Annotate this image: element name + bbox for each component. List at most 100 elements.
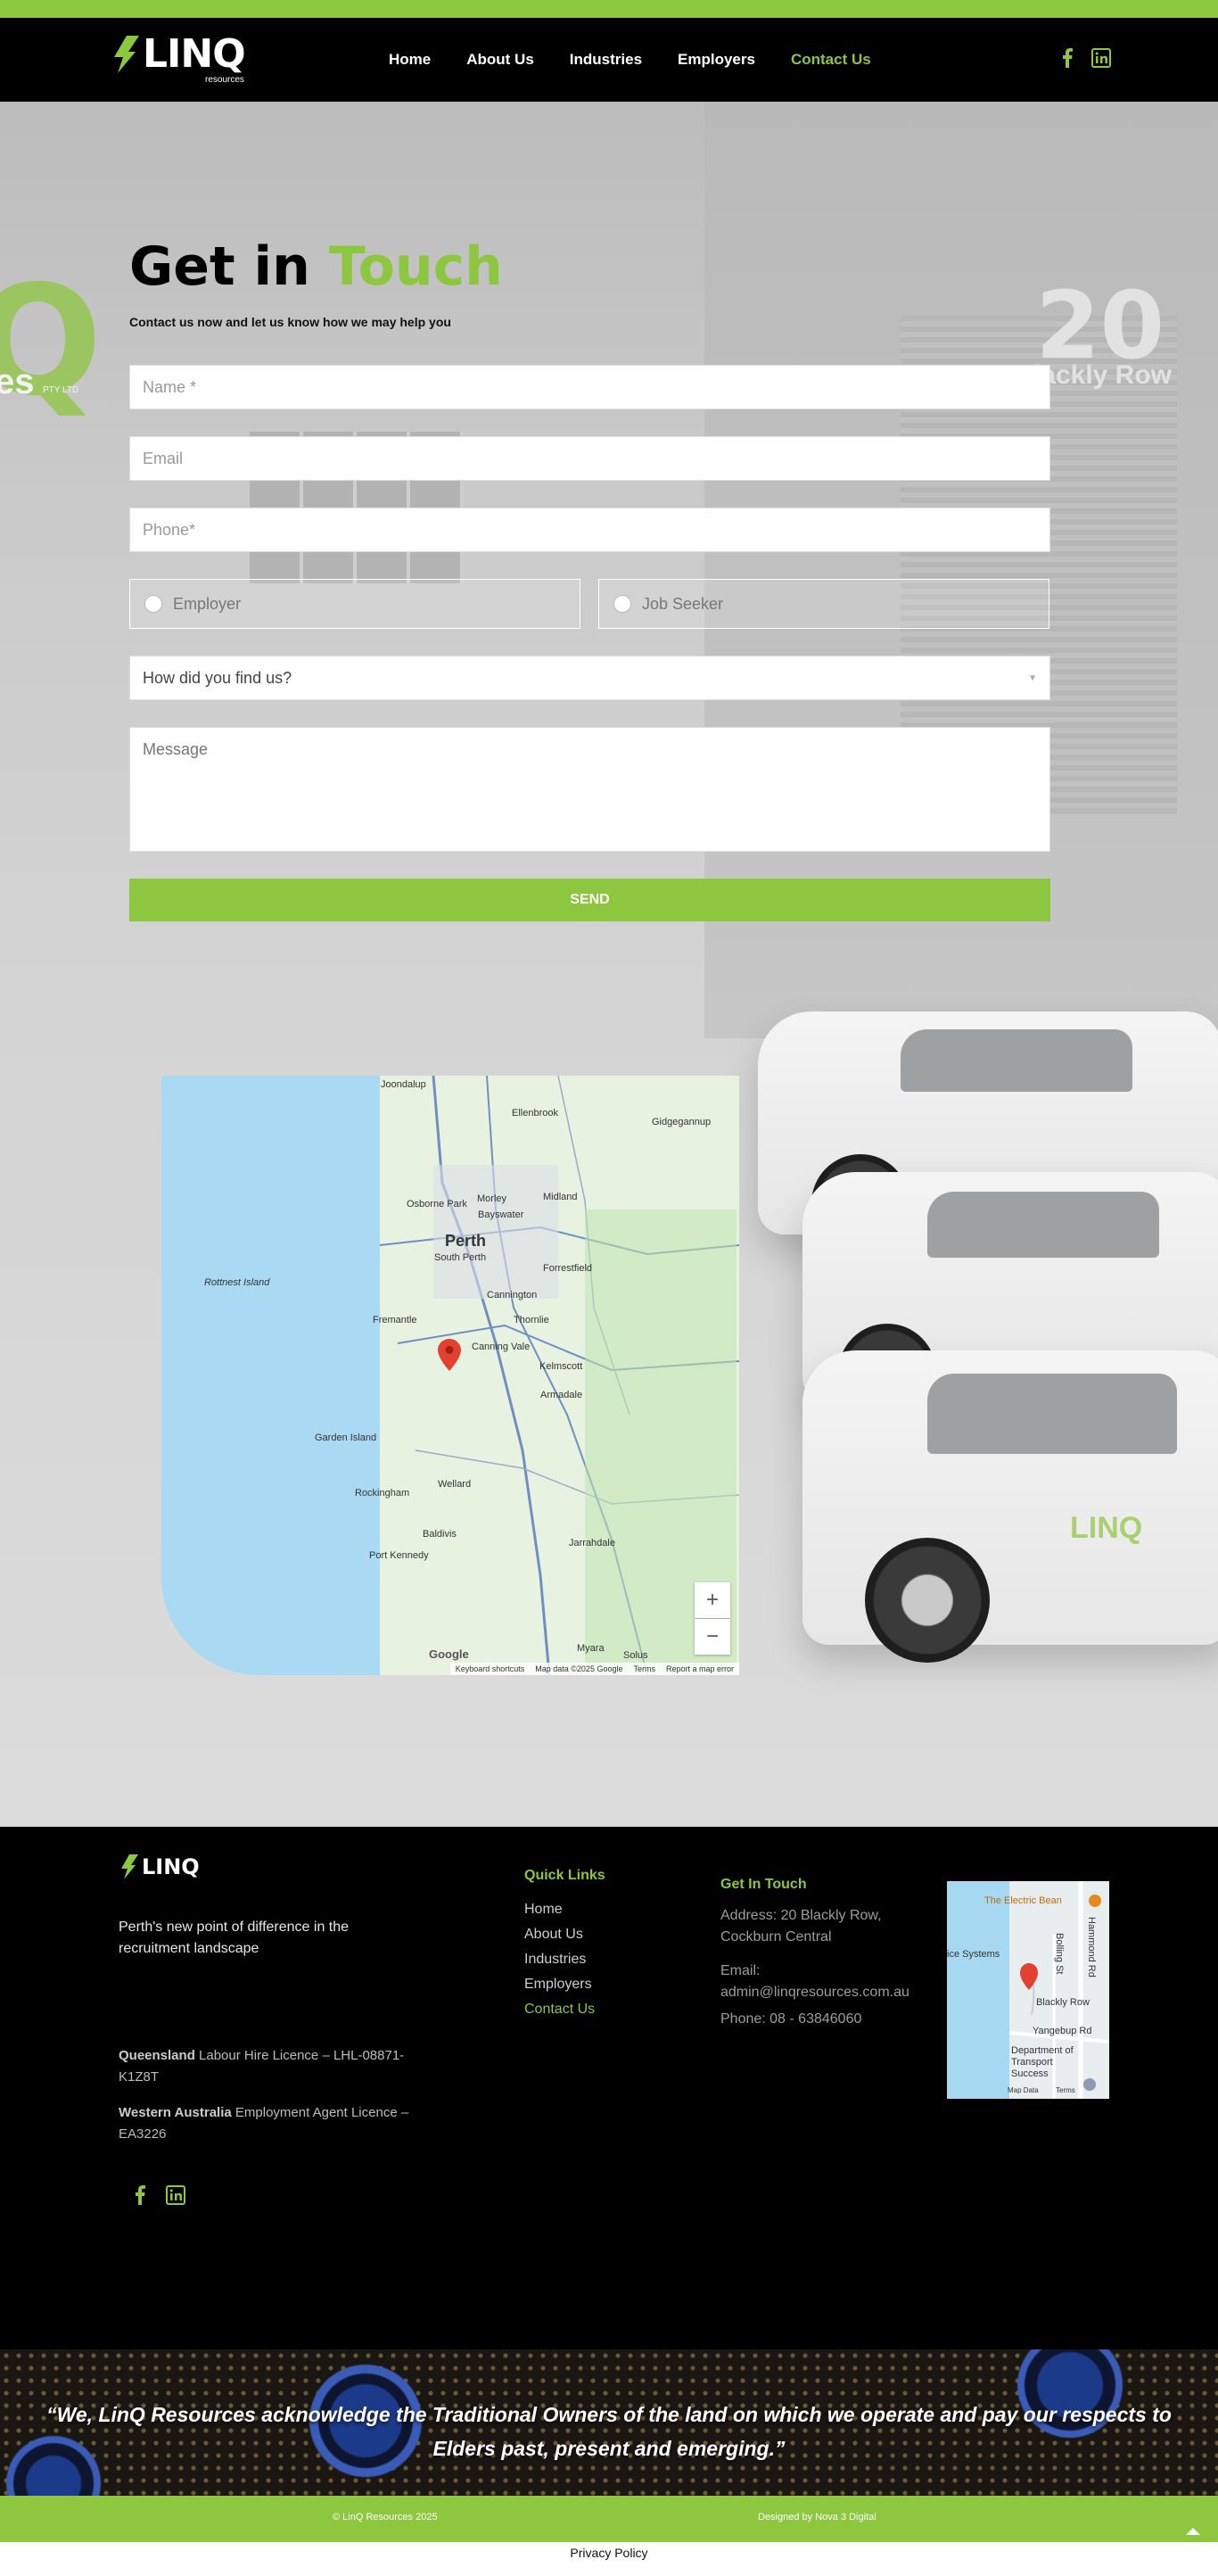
footer-logo-text: LINQ (142, 1854, 200, 1879)
acknowledgement-text: “We, LinQ Resources acknowledge the Trad… (46, 2403, 1172, 2460)
employer-radio[interactable]: Employer (129, 579, 580, 629)
message-textarea[interactable] (129, 727, 1050, 852)
quick-link-industries[interactable]: Industries (524, 1952, 605, 1968)
zoom-out-button[interactable]: − (695, 1619, 730, 1655)
map-label: Forrestfield (543, 1263, 593, 1274)
map-label: Midland (543, 1192, 578, 1202)
top-accent-bar (0, 0, 1218, 18)
referral-select-value: How did you find us? (143, 668, 292, 687)
licence-wa-state: Western Australia (119, 2105, 232, 2120)
map-label: Jarrahdale (569, 1538, 615, 1548)
title-part-1: Get in (129, 235, 310, 298)
footer-contact: Get In Touch Address: 20 Blackly Row, Co… (720, 1877, 917, 2030)
quick-link-about-us[interactable]: About Us (524, 1927, 605, 1943)
map-label: Ellenbrook (512, 1108, 558, 1119)
page-title: Get in Touch (129, 240, 1050, 293)
user-type-radios: Employer Job Seeker (129, 579, 1050, 629)
footer-map-label: The Electric Bean (984, 1895, 1062, 1906)
name-input[interactable] (129, 365, 1050, 409)
map-terms-link[interactable]: Terms (633, 1664, 655, 1673)
map-label: South Perth (434, 1252, 487, 1263)
acknowledgement-banner: “We, LinQ Resources acknowledge the Trad… (0, 2349, 1218, 2496)
map-label: Thornlie (514, 1315, 549, 1325)
footer-map-label: ice Systems (947, 1949, 1000, 1960)
site-logo[interactable]: LINQ resources (109, 31, 246, 85)
bottom-bar: © LinQ Resources 2025 Designed by Nova 3… (0, 2496, 1218, 2542)
footer-email[interactable]: Email: admin@linqresources.com.au (720, 1961, 917, 2003)
employer-radio-label: Employer (173, 594, 242, 613)
nav-contact-us[interactable]: Contact Us (791, 51, 871, 69)
nav-industries[interactable]: Industries (570, 51, 642, 69)
form-fields (129, 365, 1050, 552)
bg-wall-logo: Q (0, 253, 103, 430)
bg-car-logo: LINQ (1070, 1511, 1143, 1545)
footer-map[interactable]: The Electric Bean Blackly Row Yangebup R… (947, 1881, 1109, 2099)
radio-circle-icon (144, 595, 162, 613)
bg-car: LINQ (802, 1350, 1218, 1663)
footer-map-label: Yangebup Rd (1033, 2026, 1092, 2036)
quick-links-list: Home About Us Industries Employers Conta… (524, 1902, 605, 2018)
footer-social-links (130, 2184, 185, 2207)
contact-hero: 20 Blackly Row Q es PTY LTD LINQ Get in … (0, 102, 1218, 1827)
map-label: Bayswater (478, 1210, 524, 1220)
map-label: Garden Island (315, 1432, 377, 1443)
bg-wall-logo-pty: PTY LTD (43, 385, 79, 395)
logo-bolt-icon (114, 36, 139, 73)
footer-licences: Queensland Labour Hire Licence – LHL-088… (119, 2045, 440, 2159)
footer-map-terms[interactable]: Terms (1056, 2086, 1075, 2094)
footer-map-label: Blackly Row (1036, 1997, 1090, 2008)
map-label: Wellard (438, 1479, 472, 1490)
map-label: Myara (577, 1643, 605, 1654)
map-land (379, 1076, 739, 1675)
phone-input[interactable] (129, 508, 1050, 552)
facebook-icon[interactable] (1058, 46, 1077, 70)
job-seeker-radio[interactable]: Job Seeker (598, 579, 1049, 629)
facebook-icon[interactable] (130, 2184, 150, 2207)
footer-logo[interactable]: LINQ (119, 1854, 211, 1885)
quick-links-heading: Quick Links (524, 1868, 605, 1883)
map-label: Solus (623, 1650, 648, 1661)
map-pin-icon[interactable] (438, 1339, 461, 1371)
quick-link-home[interactable]: Home (524, 1902, 605, 1918)
keyboard-shortcuts-link[interactable]: Keyboard shortcuts (456, 1664, 525, 1673)
map-footer: Keyboard shortcuts Map data ©2025 Google… (449, 1663, 739, 1675)
zoom-in-button[interactable]: + (695, 1582, 730, 1618)
location-map[interactable]: Perth Joondalup Ellenbrook Gidgegannup O… (161, 1076, 739, 1675)
quick-link-contact-us[interactable]: Contact Us (524, 2002, 605, 2018)
map-label: Rockingham (355, 1488, 410, 1499)
report-map-error-link[interactable]: Report a map error (666, 1664, 734, 1673)
map-label: Canning Vale (472, 1342, 531, 1352)
nav-employers[interactable]: Employers (678, 51, 755, 69)
map-label: Fremantle (373, 1315, 417, 1325)
linkedin-icon[interactable] (166, 2184, 185, 2207)
linkedin-icon[interactable] (1091, 46, 1111, 70)
nav-home[interactable]: Home (389, 51, 431, 69)
footer-map-credit: Map Data (1008, 2086, 1039, 2094)
licence-wa: Western Australia Employment Agent Licen… (119, 2102, 440, 2145)
designed-by-link[interactable]: Designed by Nova 3 Digital (758, 2512, 876, 2522)
logo-subtext: resources (205, 75, 244, 85)
map-label: Osborne Park (407, 1199, 467, 1210)
referral-select[interactable]: How did you find us? ▼ (129, 656, 1050, 700)
map-label: Baldivis (423, 1529, 457, 1540)
send-button[interactable]: SEND (129, 879, 1050, 921)
map-data-credit: Map data ©2025 Google (535, 1664, 623, 1673)
map-label: Cannington (487, 1290, 538, 1300)
scroll-to-top-icon[interactable] (1186, 2528, 1200, 2535)
email-input[interactable] (129, 436, 1050, 481)
footer-tagline: Perth's new point of difference in the r… (119, 1920, 350, 1956)
footer-phone[interactable]: Phone: 08 - 63846060 (720, 2009, 917, 2030)
footer-map-label: Hammond Rd (1086, 1917, 1097, 1977)
map-label: Armadale (540, 1390, 583, 1400)
licence-qld: Queensland Labour Hire Licence – LHL-088… (119, 2045, 440, 2088)
header-social-links (1058, 46, 1111, 70)
quick-link-employers[interactable]: Employers (524, 1977, 605, 1993)
privacy-policy-link[interactable]: Privacy Policy (0, 2542, 1218, 2564)
chevron-down-icon: ▼ (1028, 673, 1037, 683)
nav-about-us[interactable]: About Us (466, 51, 534, 69)
footer-address: Address: 20 Blackly Row, Cockburn Centra… (720, 1908, 882, 1944)
quick-links: Quick Links Home About Us Industries Emp… (524, 1868, 605, 2027)
map-label: Rottnest Island (204, 1277, 270, 1288)
contact-form: Get in Touch Contact us now and let us k… (129, 240, 1050, 921)
logo-text: LINQ (143, 31, 246, 77)
